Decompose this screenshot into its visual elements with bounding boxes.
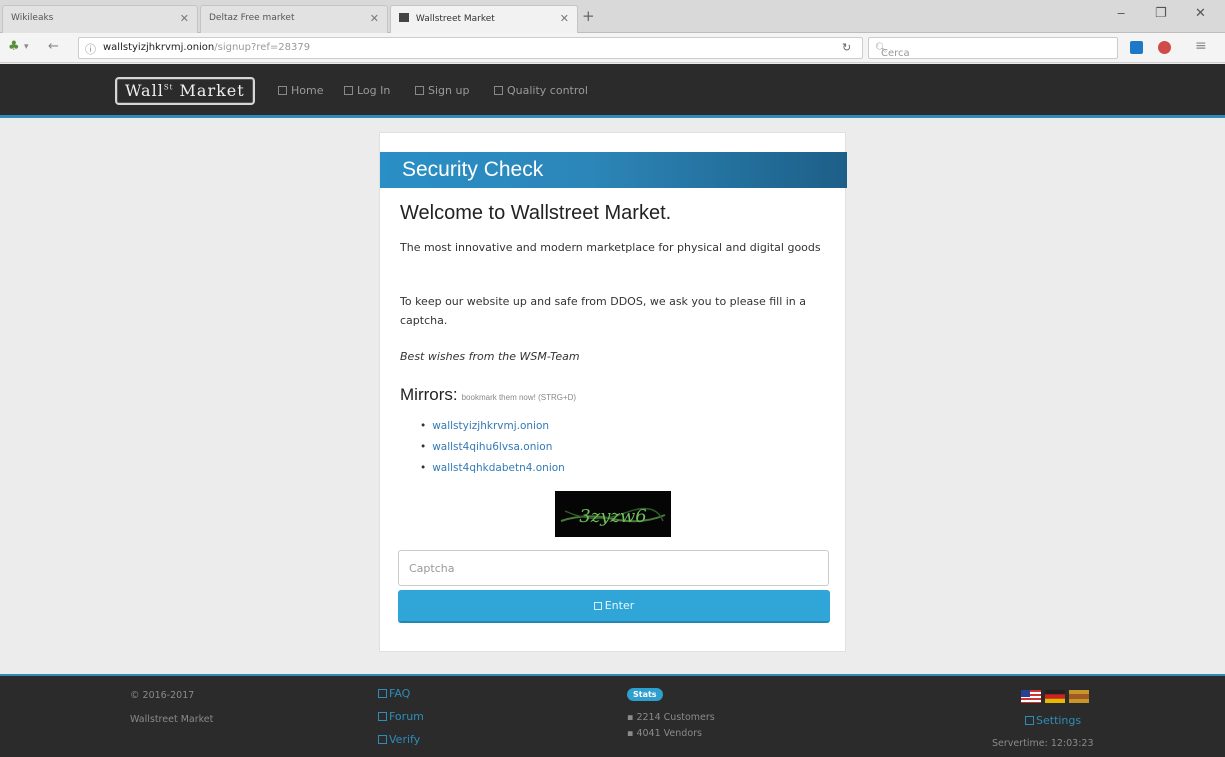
footer-tagline: Wallstreet Market: [130, 714, 214, 725]
close-icon[interactable]: ✕: [180, 12, 189, 25]
stats-customers: ▪ 2214 Customers: [627, 712, 715, 723]
security-check-panel: Security Check Welcome to Wallstreet Mar…: [379, 132, 847, 652]
restore-icon[interactable]: ❐: [1155, 6, 1167, 21]
forum-icon: [378, 712, 387, 721]
verify-icon: [378, 735, 387, 744]
browser-tab[interactable]: Wikileaks ✕: [2, 5, 198, 33]
ddos-text: To keep our website up and safe from DDO…: [400, 295, 807, 327]
info-icon[interactable]: ⓘ: [85, 41, 96, 57]
url-bar[interactable]: ⓘ wallstyizjhkrvmj.onion/signup?ref=2837…: [78, 37, 863, 59]
favicon-icon: [399, 13, 409, 22]
site-footer: © 2016-2017 Wallstreet Market FAQ Forum …: [0, 674, 1225, 757]
settings-icon: [1025, 716, 1034, 725]
search-placeholder: 🔍︎ Cerca: [875, 43, 910, 59]
url-text[interactable]: wallstyizjhkrvmj.onion/signup?ref=28379: [103, 42, 310, 53]
captcha-image: 3zyzw6: [555, 491, 671, 537]
login-icon: [344, 86, 353, 95]
mirror-list: wallstyizjhkrvmj.onion wallst4qihu6lvsa.…: [420, 416, 565, 479]
mirror-link[interactable]: wallst4qhkdabetn4.onion: [420, 458, 565, 479]
copyright-text: © 2016-2017: [130, 690, 195, 701]
intro-text: The most innovative and modern marketpla…: [400, 241, 821, 254]
new-tab-icon[interactable]: +: [582, 7, 595, 25]
browser-tab[interactable]: Deltaz Free market ✕: [200, 5, 388, 33]
tab-label: Wallstreet Market: [415, 14, 495, 24]
close-icon[interactable]: ✕: [370, 12, 379, 25]
minimize-icon[interactable]: ‒: [1117, 6, 1125, 21]
stats-badge: Stats: [627, 688, 663, 701]
enter-button[interactable]: Enter: [398, 590, 830, 623]
search-bar[interactable]: 🔍︎ Cerca: [868, 37, 1118, 59]
panel-title: Security Check: [380, 152, 847, 188]
signoff-text: Best wishes from the WSM-Team: [400, 350, 580, 363]
mirror-link[interactable]: wallst4qihu6lvsa.onion: [420, 437, 565, 458]
captcha-input[interactable]: [398, 550, 829, 586]
mirrors-heading: Mirrors: bookmark them now! (STRG+D): [400, 385, 577, 404]
flag-icon[interactable]: [1069, 690, 1089, 703]
nav-quality-control[interactable]: Quality control: [494, 84, 588, 97]
us-flag-icon[interactable]: [1021, 690, 1041, 703]
captcha-text: 3zyzw6: [579, 506, 646, 527]
nav-home[interactable]: Home: [278, 84, 323, 97]
stats-vendors: ▪ 4041 Vendors: [627, 728, 702, 739]
reload-icon[interactable]: ↻: [842, 41, 851, 54]
back-arrow-icon[interactable]: ←: [48, 39, 59, 54]
german-flag-icon[interactable]: [1045, 690, 1065, 703]
site-header: WallSt Market Home Log In Sign up Qualit…: [0, 64, 1225, 118]
tab-label: Deltaz Free market: [209, 13, 295, 23]
quality-icon: [494, 86, 503, 95]
tor-onion-icon[interactable]: ♣: [8, 39, 20, 54]
enter-icon: [593, 602, 602, 610]
settings-link[interactable]: Settings: [1025, 714, 1081, 727]
mirrors-note: bookmark them now! (STRG+D): [461, 393, 577, 402]
faq-icon: [378, 689, 387, 698]
browser-tab-bar: Wikileaks ✕ Deltaz Free market ✕ Wallstr…: [0, 0, 1225, 33]
welcome-heading: Welcome to Wallstreet Market.: [400, 202, 672, 224]
close-icon[interactable]: ✕: [560, 12, 569, 25]
browser-tab-active[interactable]: Wallstreet Market ✕: [390, 5, 578, 33]
nav-signup[interactable]: Sign up: [415, 84, 469, 97]
site-logo[interactable]: WallSt Market: [115, 77, 255, 105]
browser-nav-bar: ♣ ▾ ← ⓘ wallstyizjhkrvmj.onion/signup?re…: [0, 33, 1225, 63]
server-time: Servertime: 12:03:23: [992, 738, 1094, 749]
footer-link-faq[interactable]: FAQ: [378, 687, 410, 700]
menu-icon[interactable]: ≡: [1195, 38, 1207, 54]
noscript-icon[interactable]: [1158, 41, 1171, 54]
window-close-icon[interactable]: ✕: [1195, 6, 1206, 21]
footer-link-forum[interactable]: Forum: [378, 710, 424, 723]
mirror-link[interactable]: wallstyizjhkrvmj.onion: [420, 416, 565, 437]
tab-label: Wikileaks: [11, 13, 54, 23]
home-icon: [278, 86, 287, 95]
extension-icon[interactable]: [1130, 41, 1143, 54]
chevron-down-icon[interactable]: ▾: [24, 42, 29, 52]
signup-icon: [415, 86, 424, 95]
footer-link-verify[interactable]: Verify: [378, 733, 420, 746]
nav-login[interactable]: Log In: [344, 84, 390, 97]
